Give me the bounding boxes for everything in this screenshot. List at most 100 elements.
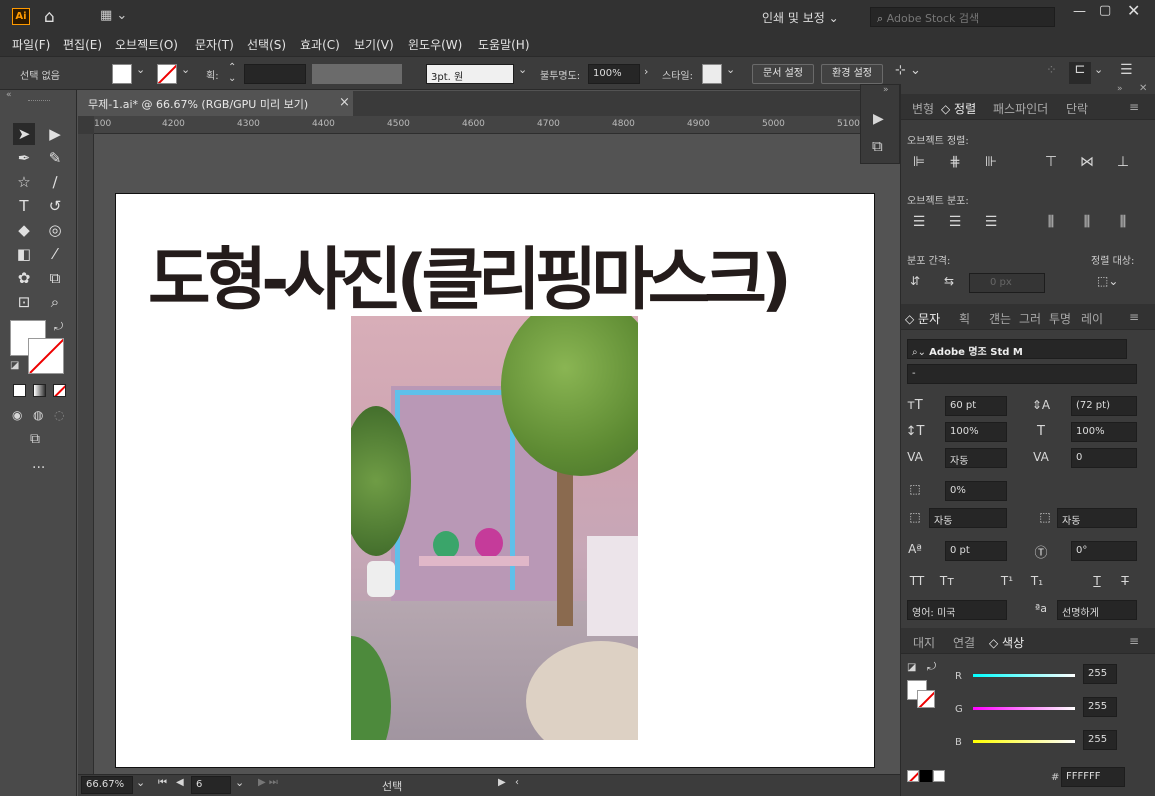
layout-icon[interactable]: ▦ ⌄	[100, 8, 127, 23]
arrange-icon[interactable]: ⊹ ⌄	[895, 63, 921, 78]
workspace-switcher[interactable]: 인쇄 및 보정 ⌄	[762, 9, 839, 26]
close-button[interactable]: ✕	[1127, 1, 1140, 20]
r-field[interactable]: 255	[1083, 664, 1117, 684]
baseline-shift-field[interactable]: 0 pt	[945, 541, 1007, 561]
minimize-button[interactable]: —	[1073, 4, 1086, 19]
gradient-tool-icon[interactable]: ◧	[13, 243, 35, 265]
stroke-box[interactable]	[28, 338, 64, 374]
panel-collapse-icon[interactable]: »	[1117, 84, 1123, 94]
panel-menu-icon[interactable]: ≡	[1129, 634, 1139, 648]
leading-field[interactable]: (72 pt)	[1071, 396, 1137, 416]
dist-vcenter-icon[interactable]: ☰	[945, 214, 965, 230]
b-slider[interactable]	[973, 740, 1075, 743]
brush-field[interactable]: 3pt. 원	[426, 64, 514, 84]
menu-object[interactable]: 오브젝트(O)	[115, 36, 178, 53]
more-tools-icon[interactable]: ···	[32, 460, 45, 476]
artboard[interactable]: 도형-사진(클리핑마스크)	[115, 193, 875, 768]
maximize-button[interactable]: ▢	[1099, 3, 1111, 18]
artboard-tool-icon[interactable]: ⊡	[13, 291, 35, 313]
tab-character[interactable]: ◇ 문자	[905, 310, 940, 327]
tab-paragraph[interactable]: 단락	[1066, 100, 1088, 117]
shape-builder-tool-icon[interactable]: ⧉	[44, 267, 66, 289]
brush-dropdown-icon[interactable]: ⌄	[518, 63, 527, 76]
draw-behind-icon[interactable]: ◍	[33, 408, 43, 422]
menu-window[interactable]: 윈도우(W)	[408, 36, 462, 53]
font-style-field[interactable]: -	[907, 364, 1137, 384]
all-caps-icon[interactable]: TT	[907, 574, 927, 588]
fill-swatch[interactable]	[112, 64, 132, 84]
preferences-button[interactable]: 환경 설정	[821, 64, 883, 84]
align-to-selection-icon[interactable]: ⬚⌄	[1097, 274, 1118, 288]
antialias-field[interactable]: 선명하게	[1057, 600, 1137, 620]
menu-select[interactable]: 선택(S)	[247, 36, 286, 53]
variable-width-field[interactable]	[312, 64, 402, 84]
align-vcenter-icon[interactable]: ⋈	[1077, 154, 1097, 170]
first-page-icon[interactable]: ⏮	[158, 777, 167, 788]
document-tab[interactable]: 무제-1.ai* @ 66.67% (RGB/GPU 미리 보기) ×	[78, 91, 353, 116]
menu-help[interactable]: 도움말(H)	[478, 36, 530, 53]
panel-toggle-icon[interactable]: ⊏	[1069, 62, 1091, 84]
dist-top-icon[interactable]: ☰	[909, 214, 929, 230]
page-dropdown-icon[interactable]: ⌄	[235, 776, 244, 789]
superscript-icon[interactable]: T¹	[997, 574, 1017, 588]
g-field[interactable]: 255	[1083, 697, 1117, 717]
eraser-tool-icon[interactable]: ◆	[13, 219, 35, 241]
tab-align[interactable]: ◇ 정렬	[941, 100, 976, 117]
tab-graphic-styles[interactable]: 그러	[1019, 310, 1041, 327]
opacity-field[interactable]: 100%	[588, 64, 640, 84]
color-none-swatch[interactable]	[907, 770, 919, 782]
clipped-photo[interactable]	[351, 316, 638, 740]
style-swatch[interactable]	[702, 64, 722, 84]
dist-space-h-icon[interactable]: ⇆	[939, 274, 959, 288]
tab-pathfinder[interactable]: 패스파인더	[993, 100, 1048, 117]
kerning-field[interactable]: 자동	[945, 448, 1007, 468]
tab-gradient[interactable]: 걘는	[989, 310, 1011, 327]
curvature-tool-icon[interactable]: ✎	[44, 147, 66, 169]
tab-layers[interactable]: 레이	[1081, 310, 1103, 327]
align-hcenter-icon[interactable]: ⋕	[945, 154, 965, 170]
status-arrow-icon[interactable]: ▶	[498, 777, 506, 788]
screen-mode-icon[interactable]: ⧉	[30, 431, 40, 447]
artboard-heading[interactable]: 도형-사진(클리핑마스크)	[148, 224, 848, 323]
strikethrough-icon[interactable]: T	[1115, 574, 1135, 588]
dist-bottom-icon[interactable]: ☰	[981, 214, 1001, 230]
tab-transparency[interactable]: 투명	[1049, 310, 1071, 327]
align-right-icon[interactable]: ⊪	[981, 154, 1001, 170]
aki-right-field[interactable]: 자동	[1057, 508, 1137, 528]
next-page-icon[interactable]: ▶ ⏭	[258, 777, 278, 788]
font-size-field[interactable]: 60 pt	[945, 396, 1007, 416]
libraries-panel-icon[interactable]: ⧉	[872, 137, 883, 155]
color-white-swatch[interactable]	[933, 770, 945, 782]
menu-list-icon[interactable]: ☰	[1120, 62, 1133, 78]
opacity-arrow-icon[interactable]: ›	[644, 65, 648, 78]
panel-menu-icon[interactable]: ≡	[1129, 310, 1139, 324]
dist-right-icon[interactable]: ⫼	[1113, 214, 1133, 230]
horizontal-scale-field[interactable]: 100%	[1071, 422, 1137, 442]
scroll-left-icon[interactable]: ‹	[515, 777, 519, 788]
document-close-icon[interactable]: ×	[339, 95, 350, 110]
home-icon[interactable]: ⌂	[44, 7, 55, 27]
color-swap-icon[interactable]: ⤾	[927, 660, 936, 674]
none-mode-icon[interactable]	[53, 384, 66, 397]
tab-links[interactable]: 연결	[953, 634, 975, 651]
actions-panel-icon[interactable]: ▶	[873, 111, 884, 127]
stroke-dropdown-icon[interactable]: ⌄	[181, 63, 190, 76]
underline-icon[interactable]: T	[1087, 574, 1107, 588]
stroke-weight-field[interactable]	[244, 64, 306, 84]
align-bottom-icon[interactable]: ⊥	[1113, 154, 1133, 170]
aki-left-field[interactable]: 자동	[929, 508, 1007, 528]
style-dropdown-icon[interactable]: ⌄	[726, 63, 735, 76]
direct-selection-tool-icon[interactable]: ▶	[44, 123, 66, 145]
fill-dropdown-icon[interactable]: ⌄	[136, 63, 145, 76]
align-left-icon[interactable]: ⊫	[909, 154, 929, 170]
color-mode-icon[interactable]	[13, 384, 26, 397]
color-stroke-box[interactable]	[917, 690, 935, 708]
small-caps-icon[interactable]: Tт	[937, 574, 957, 588]
stroke-swatch[interactable]	[157, 64, 177, 84]
r-slider[interactable]	[973, 674, 1075, 677]
g-slider[interactable]	[973, 707, 1075, 710]
strip-expand-icon[interactable]: »	[883, 85, 889, 95]
tab-artboards[interactable]: 대지	[913, 634, 935, 651]
selection-tool-icon[interactable]: ➤	[13, 123, 35, 145]
pen-tool-icon[interactable]: ✒	[13, 147, 35, 169]
